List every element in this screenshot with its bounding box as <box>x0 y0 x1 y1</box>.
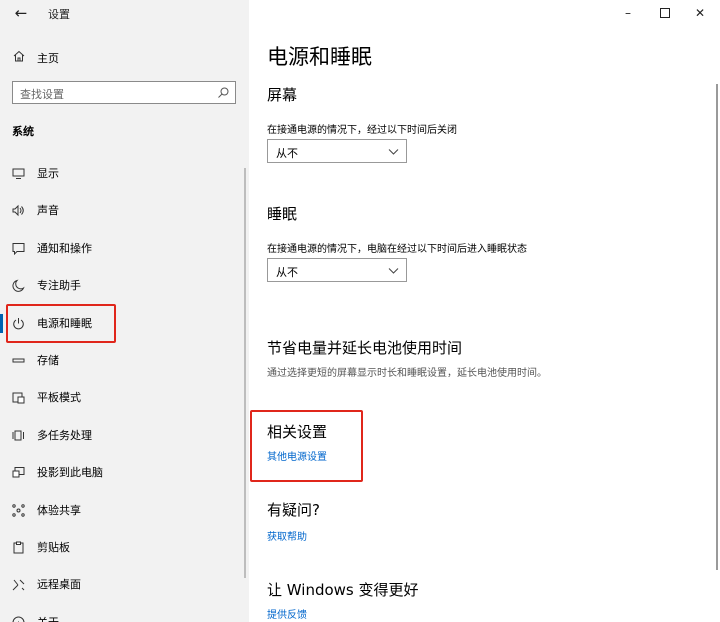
question-heading: 有疑问? <box>267 501 320 519</box>
sidebar-item-power-sleep[interactable]: 电源和睡眠 <box>0 305 249 342</box>
sidebar-item-label: 多任务处理 <box>37 428 92 442</box>
monitor-icon <box>12 168 25 179</box>
clipboard-icon <box>13 541 24 554</box>
main-content: – ✕ 电源和睡眠 屏幕 在接通电源的情况下，经过以下时间后关闭 从不 睡眠 在… <box>249 0 720 622</box>
sidebar-item-sound[interactable]: 声音 <box>0 192 249 229</box>
sidebar-scrollbar[interactable] <box>244 168 246 578</box>
window-controls: – ✕ <box>600 0 720 26</box>
improve-heading: 让 Windows 变得更好 <box>267 581 419 599</box>
project-icon <box>12 467 25 478</box>
maximize-icon <box>660 8 670 18</box>
sidebar-item-tablet-mode[interactable]: 平板模式 <box>0 379 249 416</box>
sleep-timeout-select[interactable]: 从不 <box>267 258 407 282</box>
sidebar-item-storage[interactable]: 存储 <box>0 342 249 379</box>
main-scrollbar[interactable] <box>716 84 718 570</box>
sidebar-item-label: 体验共享 <box>37 503 81 517</box>
close-button[interactable]: ✕ <box>688 4 712 22</box>
close-icon: ✕ <box>694 6 706 20</box>
battery-heading: 节省电量并延长电池使用时间 <box>267 339 463 357</box>
active-indicator <box>0 313 3 333</box>
sidebar-item-multitasking[interactable]: 多任务处理 <box>0 417 249 454</box>
sleep-timeout-value: 从不 <box>276 266 298 279</box>
sidebar-item-clipboard[interactable]: 剪贴板 <box>0 529 249 566</box>
home-label: 主页 <box>37 52 59 65</box>
share-icon <box>12 503 25 517</box>
info-icon <box>12 616 25 622</box>
sidebar-item-label: 电源和睡眠 <box>37 316 92 330</box>
sidebar-item-label: 远程桌面 <box>37 578 81 592</box>
back-arrow-icon: ← <box>14 4 28 22</box>
back-button[interactable]: ← <box>10 3 32 23</box>
sidebar-item-display[interactable]: 显示 <box>0 155 249 192</box>
sleep-description: 在接通电源的情况下，电脑在经过以下时间后进入睡眠状态 <box>267 244 527 255</box>
sidebar: ← 设置 主页 查找设置 系统 显示 声音 通知和操作 专注助手 电源和睡眠 存… <box>0 0 249 622</box>
tablet-icon <box>12 392 25 404</box>
screen-heading: 屏幕 <box>267 86 298 104</box>
notification-icon <box>12 242 25 255</box>
chevron-down-icon <box>388 268 399 274</box>
sidebar-item-focus-assist[interactable]: 专注助手 <box>0 267 249 304</box>
screen-timeout-select[interactable]: 从不 <box>267 139 407 163</box>
section-label: 系统 <box>12 125 34 138</box>
additional-power-settings-link[interactable]: 其他电源设置 <box>267 448 327 463</box>
chevron-down-icon <box>388 149 399 155</box>
moon-icon <box>12 279 25 292</box>
screen-description: 在接通电源的情况下，经过以下时间后关闭 <box>267 125 457 136</box>
sidebar-item-label: 通知和操作 <box>37 241 92 255</box>
power-icon <box>13 317 24 329</box>
page-title: 电源和睡眠 <box>267 45 372 69</box>
related-settings-heading: 相关设置 <box>267 423 328 441</box>
sidebar-item-about[interactable]: 关于 <box>0 604 249 622</box>
minimize-icon: – <box>625 6 631 20</box>
minimize-button[interactable]: – <box>616 4 640 22</box>
give-feedback-link[interactable]: 提供反馈 <box>267 606 307 621</box>
sidebar-item-label: 关于 <box>37 616 59 622</box>
sidebar-item-project[interactable]: 投影到此电脑 <box>0 454 249 491</box>
sidebar-item-label: 显示 <box>37 167 59 180</box>
sidebar-item-home[interactable]: 主页 <box>0 44 249 70</box>
battery-description: 通过选择更短的屏幕显示时长和睡眠设置，延长电池使用时间。 <box>267 368 547 379</box>
title-bar: ← 设置 <box>0 0 249 28</box>
sidebar-nav: 显示 声音 通知和操作 专注助手 电源和睡眠 存储 平板模式 多任务处理 投影到… <box>0 155 249 622</box>
sidebar-item-label: 专注助手 <box>37 279 81 293</box>
sidebar-item-label: 投影到此电脑 <box>37 466 103 480</box>
remote-icon <box>12 579 25 591</box>
home-icon <box>13 50 25 62</box>
multitask-icon <box>12 430 24 441</box>
get-help-link[interactable]: 获取帮助 <box>267 528 307 543</box>
search-icon[interactable] <box>216 86 230 100</box>
app-title: 设置 <box>48 8 70 21</box>
sidebar-item-label: 平板模式 <box>37 391 81 405</box>
maximize-button[interactable] <box>653 4 677 22</box>
sidebar-item-notifications[interactable]: 通知和操作 <box>0 230 249 267</box>
sidebar-item-label: 剪贴板 <box>37 540 70 554</box>
sleep-heading: 睡眠 <box>267 205 298 223</box>
speaker-icon <box>12 205 24 217</box>
sidebar-item-label: 存储 <box>37 353 59 367</box>
sidebar-item-remote-desktop[interactable]: 远程桌面 <box>0 566 249 603</box>
storage-icon <box>12 358 25 363</box>
search-input[interactable]: 查找设置 <box>12 81 236 104</box>
sidebar-item-label: 声音 <box>37 204 59 218</box>
search-placeholder: 查找设置 <box>20 88 64 101</box>
screen-timeout-value: 从不 <box>276 147 298 160</box>
sidebar-item-shared-experiences[interactable]: 体验共享 <box>0 492 249 529</box>
